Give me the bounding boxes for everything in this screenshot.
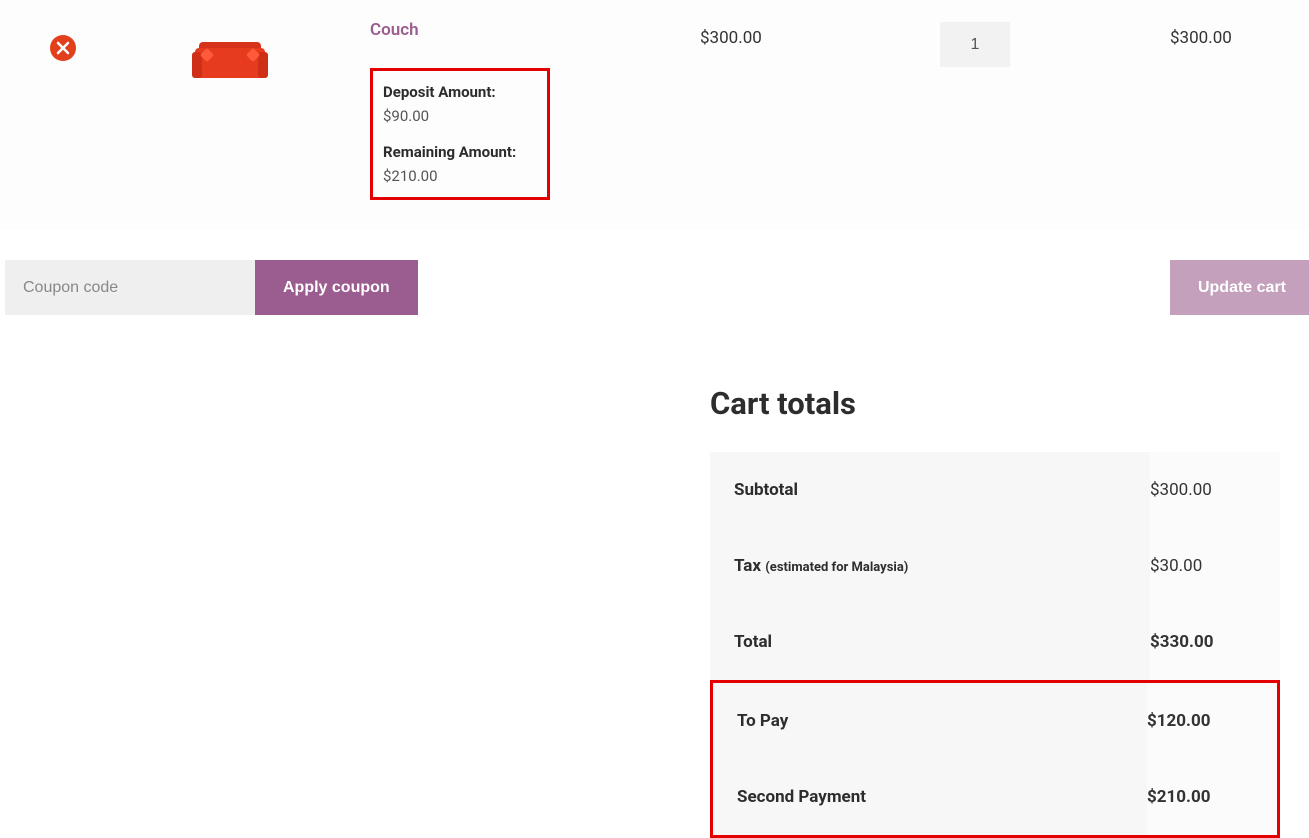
- cart-totals-title: Cart totals: [710, 385, 1280, 422]
- to-pay-value: $120.00: [1147, 683, 1277, 759]
- deposit-amount-value: $90.00: [383, 107, 537, 125]
- total-label: Total: [710, 604, 1150, 680]
- to-pay-label: To Pay: [713, 683, 1147, 759]
- totals-row-tax: Tax (estimated for Malaysia) $30.00: [710, 528, 1280, 604]
- product-column: Couch Deposit Amount: $90.00 Remaining A…: [370, 20, 700, 200]
- update-cart-button[interactable]: Update cart: [1170, 260, 1309, 315]
- remaining-amount-label: Remaining Amount:: [383, 143, 537, 161]
- tax-label-text: Tax: [734, 556, 765, 576]
- price-column: $300.00: [700, 20, 940, 48]
- second-payment-value: $210.00: [1147, 759, 1277, 835]
- subtotal-column: $300.00: [1170, 20, 1232, 48]
- tax-note: (estimated for Malaysia): [765, 560, 908, 575]
- remaining-amount-value: $210.00: [383, 167, 537, 185]
- coupon-code-input[interactable]: [5, 260, 255, 315]
- thumbnail-column: [170, 20, 370, 88]
- apply-coupon-button[interactable]: Apply coupon: [255, 260, 418, 315]
- remove-column: [30, 20, 170, 61]
- total-value: $330.00: [1150, 604, 1280, 680]
- close-icon: [56, 41, 70, 55]
- product-name-link[interactable]: Couch: [370, 20, 700, 40]
- totals-row-total: Total $330.00: [710, 604, 1280, 680]
- totals-row-to-pay: To Pay $120.00: [713, 683, 1277, 759]
- subtotal-label: Subtotal: [710, 452, 1150, 528]
- cart-item-row: Couch Deposit Amount: $90.00 Remaining A…: [0, 0, 1309, 230]
- subtotal-value: $300.00: [1150, 452, 1280, 528]
- product-thumbnail[interactable]: [190, 28, 270, 88]
- tax-value: $30.00: [1150, 528, 1280, 604]
- cart-totals-table: Subtotal $300.00 Tax (estimated for Mala…: [710, 452, 1280, 838]
- totals-row-second-payment: Second Payment $210.00: [713, 759, 1277, 835]
- cart-totals-section: Cart totals Subtotal $300.00 Tax (estima…: [710, 385, 1280, 838]
- deposit-info-box: Deposit Amount: $90.00 Remaining Amount:…: [370, 68, 550, 200]
- remove-item-button[interactable]: [50, 35, 76, 61]
- payment-highlight-box: To Pay $120.00 Second Payment $210.00: [710, 680, 1280, 838]
- coupon-group: Apply coupon: [5, 260, 418, 315]
- quantity-input[interactable]: [940, 22, 1010, 67]
- totals-row-subtotal: Subtotal $300.00: [710, 452, 1280, 528]
- deposit-amount-label: Deposit Amount:: [383, 83, 537, 101]
- tax-label: Tax (estimated for Malaysia): [710, 528, 1150, 604]
- second-payment-label: Second Payment: [713, 759, 1147, 835]
- cart-actions-row: Apply coupon Update cart: [0, 260, 1309, 315]
- quantity-column: [940, 20, 1170, 67]
